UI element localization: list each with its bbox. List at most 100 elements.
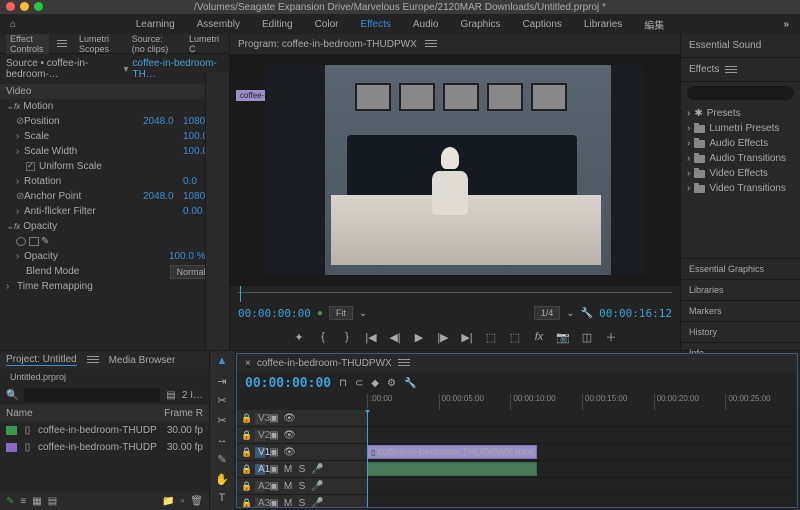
tab-effect-controls[interactable]: Effect Controls [6,32,49,56]
marker-icon[interactable]: ◆ [371,378,379,389]
mic-icon[interactable]: 🎤 [311,481,321,492]
linked-selection-icon[interactable]: ⊂ [355,378,363,389]
toggle-output-icon[interactable]: ▣ [269,413,279,424]
razor-tool-icon[interactable]: ✂ [217,414,226,428]
ec-opacity[interactable]: Opacity [23,221,213,232]
ws-captions[interactable]: Captions [522,19,561,30]
panel-menu-icon[interactable] [398,359,410,367]
sequence-tab[interactable]: coffee-in-bedroom-THUDPWX [257,358,392,369]
step-forward-icon[interactable]: |▶ [436,331,450,344]
resolution-select[interactable]: 1/4 [534,306,561,320]
lock-icon[interactable]: 🔒 [241,481,251,492]
lock-icon[interactable]: 🔒 [241,447,251,458]
program-scrubber[interactable] [230,286,680,302]
program-timecode[interactable]: 00:00:00:00 [238,307,311,320]
ws-edit-cjk[interactable]: 編集 [644,17,664,32]
tree-audio-effects[interactable]: ›Audio Effects [681,136,800,151]
essential-sound-tab[interactable]: Essential Sound [681,34,800,58]
effects-panel-tab[interactable]: Effects [689,64,719,75]
hand-tool-icon[interactable]: ✋ [215,473,229,487]
ws-assembly[interactable]: Assembly [197,19,240,30]
tab-essential-graphics[interactable]: Essential Graphics [681,259,800,280]
ws-graphics[interactable]: Graphics [460,19,500,30]
tab-project[interactable]: Project: Untitled [6,354,77,366]
slip-tool-icon[interactable]: ↔ [217,434,228,448]
ec-keyframe-timeline[interactable] [205,72,229,350]
ws-libraries[interactable]: Libraries [584,19,622,30]
panel-menu-icon[interactable] [87,356,99,364]
mute-icon[interactable]: ▣ [269,464,279,475]
mark-in-icon[interactable]: { [316,331,330,343]
mic-icon[interactable]: 🎤 [311,498,321,508]
panel-menu-icon[interactable] [725,66,737,74]
toggle-output-icon[interactable]: ▣ [269,430,279,441]
tree-video-effects[interactable]: ›Video Effects [681,166,800,181]
ec-motion[interactable]: Motion [23,101,213,112]
tab-markers[interactable]: Markers [681,301,800,322]
rec-icon[interactable]: ✎ [6,496,14,507]
stopwatch-icon[interactable]: ⊘ [16,116,24,127]
toggle-output-icon[interactable]: ▣ [269,447,279,458]
snap-icon[interactable]: ⊓ [339,378,347,389]
list-view-icon[interactable]: ≡ [20,496,26,507]
ec-time-remap[interactable]: Time Remapping [17,281,223,292]
tab-source[interactable]: Source: (no clips) [128,32,177,56]
freeform-view-icon[interactable]: ▤ [48,496,57,507]
selection-tool-icon[interactable]: ▲ [217,355,228,369]
comparison-view-icon[interactable]: ◫ [580,331,594,344]
pen-tool-icon[interactable]: ✎ [217,453,226,467]
fx-icon[interactable]: fx [532,331,546,343]
panel-menu-icon[interactable] [425,40,437,48]
track-select-tool-icon[interactable]: ⇥ [217,375,226,389]
tree-lumetri-presets[interactable]: ›Lumetri Presets [681,121,800,136]
ws-color[interactable]: Color [315,19,339,30]
mask-ellipse-icon[interactable] [16,237,26,246]
maximize-window-icon[interactable] [34,2,43,11]
zoom-fit-select[interactable]: Fit [329,306,353,320]
mark-out-icon[interactable]: } [340,331,354,343]
timeline-playhead[interactable] [367,410,368,507]
icon-view-icon[interactable]: ▦ [32,496,41,507]
tree-video-transitions[interactable]: ›Video Transitions [681,181,800,196]
tab-lumetri-scopes[interactable]: Lumetri Scopes [75,32,120,56]
track-a3[interactable]: 🔒A3▣MS🎤 [237,495,797,507]
button-editor-icon[interactable]: ＋ [604,329,618,345]
eye-icon[interactable]: 👁 [283,447,293,458]
audio-clip[interactable] [367,462,537,476]
mask-rect-icon[interactable] [29,237,39,246]
extract-icon[interactable]: ⬚ [508,331,522,344]
uniform-scale-checkbox[interactable] [26,162,35,171]
play-icon[interactable]: ▶ [412,331,426,344]
wrench-icon[interactable]: 🔧 [581,308,593,319]
step-back-icon[interactable]: ◀| [388,331,402,344]
ws-editing[interactable]: Editing [262,19,293,30]
lock-icon[interactable]: 🔒 [241,464,251,475]
new-bin-icon[interactable]: 📁 [162,496,174,507]
lift-icon[interactable]: ⬚ [484,331,498,344]
track-v2[interactable]: 🔒V2▣👁 [237,427,797,444]
ws-audio[interactable]: Audio [413,19,439,30]
tab-media-browser[interactable]: Media Browser [109,355,176,366]
col-name[interactable]: Name [6,408,164,419]
mac-window-controls[interactable] [6,2,43,11]
mask-pen-icon[interactable]: ✎ [41,236,49,247]
track-v1[interactable]: 🔒V1▣👁▯ coffee-in-bedroom-THUDPWX.mov [237,444,797,461]
track-v3[interactable]: 🔒V3▣👁 [237,410,797,427]
export-frame-icon[interactable]: 📷 [556,331,570,344]
project-item[interactable]: ▯coffee-in-bedroom-THUDP30.00 fp [0,439,209,456]
position-x[interactable]: 2048.0 [143,116,183,127]
track-a2[interactable]: 🔒A2▣MS🎤 [237,478,797,495]
lock-icon[interactable]: 🔒 [241,413,251,424]
eye-icon[interactable]: 👁 [283,430,293,441]
tree-audio-transitions[interactable]: ›Audio Transitions [681,151,800,166]
add-marker-icon[interactable]: ✦ [292,331,306,344]
panel-menu-icon[interactable] [57,40,67,48]
col-framerate[interactable]: Frame R [164,408,203,419]
tab-lumetri-color[interactable]: Lumetri C [185,32,223,56]
timeline-ruler[interactable]: :00:00 00:00:05:00 00:00:10:00 00:00:15:… [237,394,797,410]
project-item[interactable]: ▯coffee-in-bedroom-THUDP30.00 fp [0,422,209,439]
ripple-edit-tool-icon[interactable]: ✂ [217,394,226,408]
close-sequence-icon[interactable]: × [245,358,251,369]
home-icon[interactable]: ⌂ [10,19,16,30]
go-to-in-icon[interactable]: |◀ [364,331,378,344]
